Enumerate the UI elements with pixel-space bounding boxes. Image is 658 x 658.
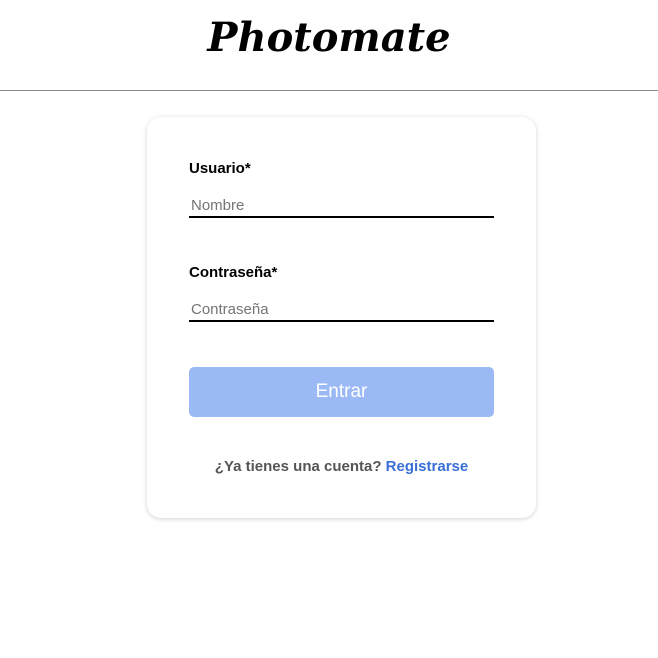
username-input[interactable]: [189, 194, 494, 218]
register-prompt: ¿Ya tienes una cuenta? Registrarse: [147, 458, 536, 475]
login-card: Usuario* Contraseña* Entrar ¿Ya tienes u…: [147, 117, 536, 518]
register-link[interactable]: Registrarse: [386, 458, 469, 475]
password-label: Contraseña*: [189, 264, 278, 281]
login-button[interactable]: Entrar: [189, 367, 494, 417]
app-header: Photomate: [0, 0, 658, 91]
password-input[interactable]: [189, 298, 494, 322]
username-label: Usuario*: [189, 160, 251, 177]
brand-logo: Photomate: [207, 14, 451, 61]
register-prompt-text: ¿Ya tienes una cuenta?: [214, 458, 382, 475]
